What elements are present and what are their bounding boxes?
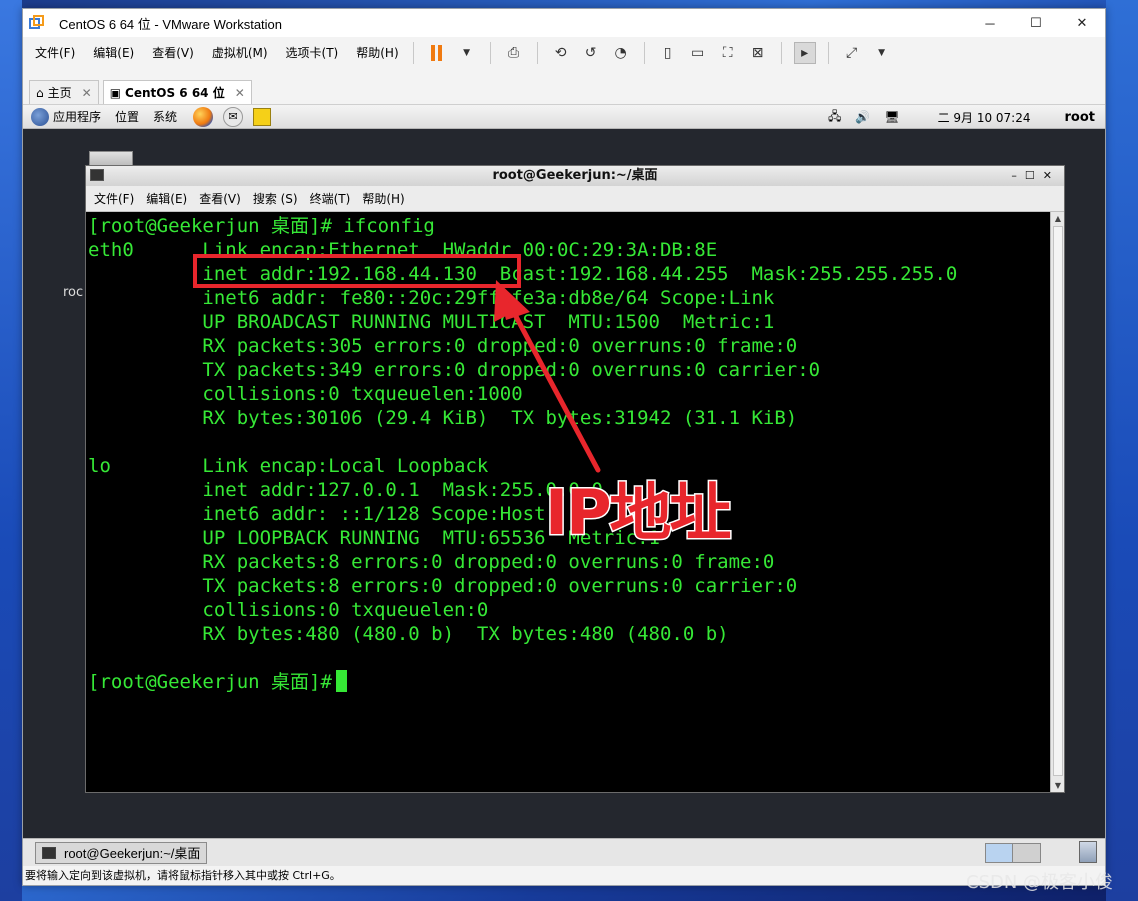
terminal-scrollbar[interactable]: ▲ ▼: [1050, 212, 1064, 792]
terminal-cursor: [335, 670, 347, 692]
terminal-line: collisions:0 txqueuelen:1000: [88, 383, 523, 405]
scrollbar-thumb[interactable]: [1053, 226, 1063, 776]
thumbnail-icon[interactable]: ▭: [687, 42, 709, 64]
host-desktop-right: [1106, 0, 1138, 901]
send-ctrl-alt-del-icon[interactable]: ⎙: [503, 42, 525, 64]
terminal-prompt-line: [root@Geekerjun 桌面]#: [88, 670, 1048, 694]
terminal-menu-view[interactable]: 查看(V): [199, 190, 241, 207]
scroll-up-icon[interactable]: ▲: [1051, 212, 1065, 225]
console-view-icon[interactable]: ▸: [793, 42, 816, 64]
close-button[interactable]: ✕: [1059, 9, 1105, 37]
guest-bottom-panel: root@Geekerjun:~/桌面: [23, 838, 1105, 866]
desktop-icon-label: roc: [63, 285, 84, 300]
menu-edit[interactable]: 编辑(E): [87, 41, 140, 65]
firefox-icon[interactable]: [193, 106, 214, 127]
menu-tabs[interactable]: 选项卡(T): [280, 41, 345, 65]
revert-snapshot-icon[interactable]: ↺: [580, 42, 602, 64]
terminal-icon: [90, 169, 104, 181]
terminal-menu-terminal[interactable]: 终端(T): [310, 190, 351, 207]
stretch-icon[interactable]: ⤢: [841, 42, 863, 64]
fullscreen-icon[interactable]: ⛶: [717, 42, 739, 64]
workspace-switcher[interactable]: [985, 843, 1041, 863]
snapshot-manager-icon[interactable]: ◔: [610, 42, 632, 64]
terminal-menu-help[interactable]: 帮助(H): [362, 190, 404, 207]
toolbar-separator: [489, 42, 491, 64]
tab-label: 主页: [47, 86, 72, 100]
terminal-line: inet6 addr: fe80::20c:29ff:fe3a:db8e/64 …: [88, 287, 775, 309]
vmware-window: CentOS 6 64 位 - VMware Workstation ─ ☐ ✕…: [22, 8, 1106, 886]
trash-icon[interactable]: [1079, 841, 1097, 863]
scroll-down-icon[interactable]: ▼: [1051, 779, 1065, 792]
menu-file[interactable]: 文件(F): [29, 41, 81, 65]
terminal-line: RX bytes:30106 (29.4 KiB) TX bytes:31942…: [88, 407, 798, 429]
terminal-title-bar: root@Geekerjun:~/桌面 –☐✕: [86, 166, 1064, 186]
terminal-line: RX packets:305 errors:0 dropped:0 overru…: [88, 335, 798, 357]
close-icon[interactable]: ✕: [82, 86, 92, 100]
watermark: CSDN @极客小俊: [966, 872, 1114, 893]
monitor-icon[interactable]: 🖥: [884, 110, 899, 124]
chevron-down-icon[interactable]: ▼: [456, 42, 478, 64]
taskbar-terminal-button[interactable]: root@Geekerjun:~/桌面: [35, 841, 208, 864]
clock[interactable]: 二 9月 10 07:24: [938, 109, 1031, 126]
terminal-line: TX packets:8 errors:0 dropped:0 overruns…: [88, 575, 798, 597]
close-icon[interactable]: ✕: [235, 86, 245, 100]
annotation-label: IP地址: [544, 475, 734, 551]
menu-help[interactable]: 帮助(H): [350, 41, 404, 65]
user-menu[interactable]: root: [1065, 110, 1096, 125]
tab-centos[interactable]: ▣ CentOS 6 64 位 ✕: [102, 80, 252, 104]
host-desktop-left: [0, 0, 22, 901]
gnome-foot-icon: [31, 107, 49, 126]
terminal-menu-bar: 文件(F) 编辑(E) 查看(V) 搜索 (S) 终端(T) 帮助(H): [86, 186, 1064, 212]
taskbar-item-label: root@Geekerjun:~/桌面: [64, 846, 201, 861]
minimize-button[interactable]: ─: [967, 9, 1013, 37]
terminal-menu-file[interactable]: 文件(F): [94, 190, 134, 207]
tab-home[interactable]: ⌂ 主页 ✕: [29, 80, 99, 104]
toolbar-separator: [780, 42, 782, 64]
terminal-prompt: [root@Geekerjun 桌面]#: [88, 671, 332, 693]
chevron-down-icon[interactable]: ▼: [871, 42, 893, 64]
home-icon: ⌂: [36, 85, 44, 100]
tab-bar: ⌂ 主页 ✕ ▣ CentOS 6 64 位 ✕: [23, 79, 1105, 105]
ip-highlight-box: [193, 254, 521, 288]
title-bar: CentOS 6 64 位 - VMware Workstation ─ ☐ ✕: [23, 9, 1105, 37]
pause-icon[interactable]: [426, 42, 448, 64]
system-menu[interactable]: 系统: [153, 108, 177, 125]
gnome-top-panel: 应用程序 位置 系统 ✉ 🖧 🔊 🖥 二 9月 10 07:24 root: [23, 105, 1105, 129]
terminal-line: collisions:0 txqueuelen:0: [88, 599, 489, 621]
applications-menu[interactable]: 应用程序: [53, 108, 101, 125]
network-icon[interactable]: 🖧: [828, 107, 841, 128]
terminal-menu-edit[interactable]: 编辑(E): [146, 190, 187, 207]
toolbar-separator: [643, 42, 645, 64]
terminal-icon: [42, 846, 56, 859]
terminal-line: UP BROADCAST RUNNING MULTICAST MTU:1500 …: [88, 311, 775, 333]
terminal-line: RX bytes:480 (480.0 b) TX bytes:480 (480…: [88, 623, 729, 645]
menu-bar: 文件(F) 编辑(E) 查看(V) 虚拟机(M) 选项卡(T) 帮助(H) ▼ …: [23, 37, 1105, 69]
note-icon[interactable]: [253, 107, 272, 126]
terminal-line: TX packets:349 errors:0 dropped:0 overru…: [88, 359, 821, 381]
terminal-line: [root@Geekerjun 桌面]# ifconfig: [88, 215, 435, 237]
mail-icon[interactable]: ✉: [223, 106, 244, 127]
volume-icon[interactable]: 🔊: [855, 110, 870, 124]
library-icon[interactable]: ▯: [657, 42, 679, 64]
tab-label: CentOS 6 64 位: [125, 86, 225, 100]
maximize-button[interactable]: ☐: [1013, 9, 1059, 37]
window-title: CentOS 6 64 位 - VMware Workstation: [59, 16, 283, 32]
snapshot-icon[interactable]: ⟲: [550, 42, 572, 64]
vm-icon: ▣: [109, 85, 122, 100]
menu-view[interactable]: 查看(V): [146, 41, 200, 65]
terminal-line: RX packets:8 errors:0 dropped:0 overruns…: [88, 551, 775, 573]
status-bar: 要将输入定向到该虚拟机，请将鼠标指针移入其中或按 Ctrl+G。: [23, 867, 1105, 885]
unity-icon[interactable]: ⊠: [747, 42, 769, 64]
toolbar-separator: [536, 42, 538, 64]
terminal-title: root@Geekerjun:~/桌面: [492, 168, 658, 183]
terminal-window-buttons[interactable]: –☐✕: [1011, 166, 1060, 186]
toolbar-separator: [827, 42, 829, 64]
toolbar-separator: [412, 42, 414, 64]
terminal-menu-search[interactable]: 搜索 (S): [253, 190, 298, 207]
vmware-logo-icon: [29, 15, 45, 31]
menu-vm[interactable]: 虚拟机(M): [206, 41, 274, 65]
places-menu[interactable]: 位置: [115, 108, 139, 125]
